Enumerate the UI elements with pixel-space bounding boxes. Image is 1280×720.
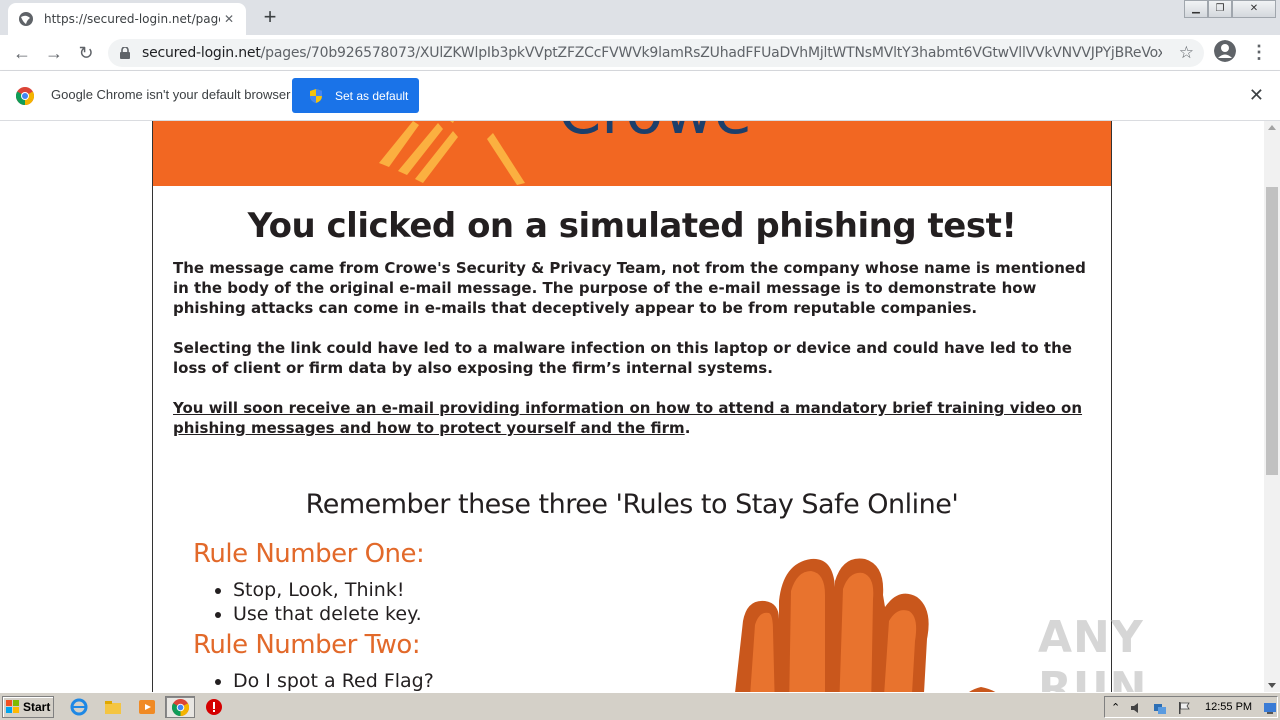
- browser-toolbar: ← → ↻ secured-login.net/pages/70b9265780…: [0, 35, 1280, 71]
- stop-sign-icon[interactable]: [205, 698, 223, 716]
- tab-close-icon[interactable]: ✕: [222, 12, 236, 26]
- action-center-flag-icon[interactable]: [1177, 701, 1191, 715]
- tab-title: https://secured-login.net/pages/70b92657…: [44, 12, 220, 26]
- file-explorer-icon[interactable]: [104, 698, 122, 716]
- bookmark-star-icon[interactable]: ☆: [1179, 43, 1194, 63]
- browser-tab[interactable]: https://secured-login.net/pages/70b92657…: [8, 3, 246, 35]
- url-text: secured-login.net/pages/70b926578073/XUl…: [142, 45, 1162, 61]
- infobar-message: Google Chrome isn't your default browser: [51, 87, 291, 102]
- vertical-scrollbar[interactable]: [1264, 121, 1280, 692]
- chrome-icon: [172, 699, 189, 716]
- back-arrow-icon[interactable]: ←: [10, 41, 34, 65]
- rule-two-title: Rule Number Two:: [193, 630, 421, 660]
- stop-hand-illustration: [735, 558, 996, 692]
- training-notice-paragraph: You will soon receive an e-mail providin…: [173, 399, 1083, 437]
- start-label: Start: [23, 700, 51, 714]
- scroll-up-icon[interactable]: [1268, 125, 1276, 130]
- forward-arrow-icon[interactable]: →: [42, 41, 66, 65]
- page-viewport: Crowe You clicked on a simulated phishin…: [0, 121, 1264, 692]
- list-item: Use that delete key.: [233, 602, 422, 626]
- taskbar-clock: 12:55 PM: [1205, 701, 1253, 713]
- volume-icon[interactable]: [1129, 701, 1143, 715]
- tray-expand-icon[interactable]: ⌃: [1111, 701, 1125, 715]
- list-item: Stop, Look, Think!: [233, 578, 422, 602]
- windows-taskbar: Start ⌃ 12:55 PM: [0, 692, 1280, 720]
- default-browser-infobar: Google Chrome isn't your default browser…: [0, 71, 1280, 121]
- explanation-paragraph: The message came from Crowe's Security &…: [173, 259, 1086, 317]
- phishing-notice-card: Crowe You clicked on a simulated phishin…: [152, 121, 1112, 692]
- rules-heading: Remember these three 'Rules to Stay Safe…: [305, 489, 959, 520]
- lock-icon: [120, 47, 130, 59]
- rule-one-list: Stop, Look, Think! Use that delete key.: [233, 578, 422, 626]
- chrome-logo-icon: [16, 87, 34, 105]
- minimize-button[interactable]: ▁: [1184, 0, 1208, 18]
- infobar-close-icon[interactable]: ✕: [1249, 85, 1264, 106]
- new-tab-button[interactable]: +: [258, 6, 282, 30]
- restore-button[interactable]: ❐: [1208, 0, 1232, 18]
- rule-one-title: Rule Number One:: [193, 539, 425, 569]
- set-as-default-label: Set as default: [335, 88, 409, 103]
- windows-flag-icon: [6, 700, 19, 713]
- address-bar[interactable]: secured-login.net/pages/70b926578073/XUl…: [108, 39, 1204, 67]
- internet-explorer-icon[interactable]: [70, 698, 88, 716]
- page-headline: You clicked on a simulated phishing test…: [247, 206, 1017, 246]
- window-close-button[interactable]: ✕: [1232, 0, 1276, 18]
- system-tray: ⌃ 12:55 PM: [1104, 696, 1278, 718]
- start-button[interactable]: Start: [2, 696, 54, 718]
- scroll-down-icon[interactable]: [1268, 683, 1276, 688]
- kebab-menu-icon[interactable]: ⋮: [1250, 40, 1268, 64]
- scrollbar-thumb[interactable]: [1266, 187, 1278, 475]
- set-as-default-button[interactable]: Set as default: [292, 78, 419, 113]
- svg-text:Crowe: Crowe: [558, 121, 752, 148]
- risk-paragraph: Selecting the link could have led to a m…: [173, 339, 1072, 377]
- network-icon[interactable]: [1153, 701, 1167, 715]
- rule-two-list: Do I spot a Red Flag?: [233, 669, 434, 692]
- reload-icon[interactable]: ↻: [74, 41, 98, 65]
- media-player-icon[interactable]: [138, 698, 156, 716]
- tab-strip: https://secured-login.net/pages/70b92657…: [0, 0, 1280, 35]
- uac-shield-icon: [310, 88, 322, 103]
- chrome-taskbar-button[interactable]: [165, 696, 195, 718]
- list-item: Do I spot a Red Flag?: [233, 669, 434, 692]
- anyrun-watermark: ANY RUN: [1038, 612, 1148, 692]
- show-desktop-icon[interactable]: [1263, 701, 1277, 715]
- globe-icon: [19, 12, 33, 26]
- crowe-logo: Crowe: [379, 121, 752, 185]
- crowe-banner: Crowe: [153, 121, 1111, 186]
- profile-avatar-icon[interactable]: [1214, 40, 1236, 62]
